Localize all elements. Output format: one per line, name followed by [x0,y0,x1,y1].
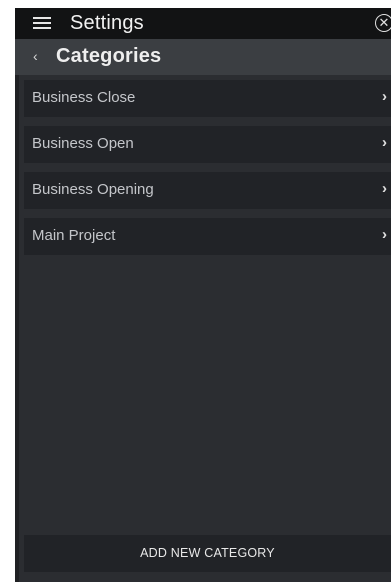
chevron-right-icon: › [382,88,387,105]
chevron-left-icon[interactable]: ‹ [33,48,38,64]
category-item-main-project[interactable]: Main Project › [24,218,391,255]
category-label: Main Project [32,227,116,244]
category-item-business-close[interactable]: Business Close › [24,80,391,117]
hamburger-line [33,27,51,29]
app-window: Settings ✕ ‹ Categories Business Close ›… [15,8,391,582]
top-app-bar: Settings ✕ [15,8,391,39]
category-label: Business Close [32,89,136,106]
category-item-business-opening[interactable]: Business Opening › [24,172,391,209]
hamburger-menu-icon[interactable] [33,17,51,30]
chevron-right-icon: › [382,134,387,151]
hamburger-line [33,22,51,24]
categories-header: ‹ Categories [15,39,391,75]
add-new-category-button[interactable]: ADD NEW CATEGORY [24,535,391,572]
category-list: Business Close › Business Open › Busines… [24,80,391,264]
left-rail [15,75,19,582]
app-title: Settings [70,12,144,34]
category-label: Business Open [32,135,134,152]
category-item-business-open[interactable]: Business Open › [24,126,391,163]
close-icon[interactable]: ✕ [375,14,391,32]
hamburger-line [33,17,51,19]
chevron-right-icon: › [382,180,387,197]
chevron-right-icon: › [382,226,387,243]
category-label: Business Opening [32,181,154,198]
page-title: Categories [56,45,162,67]
